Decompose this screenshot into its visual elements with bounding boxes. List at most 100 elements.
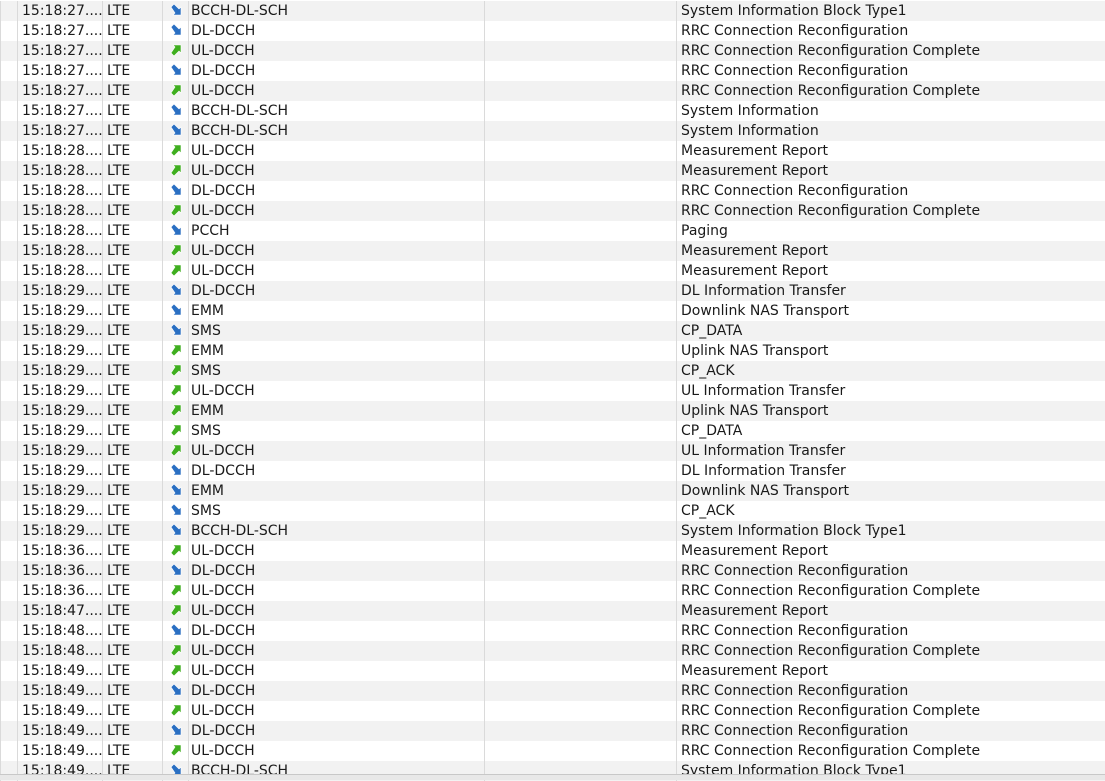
channel-cell: UL-DCCH — [189, 741, 485, 761]
table-row[interactable]: 15:18:29....LTESMSCP_DATA — [1, 321, 1105, 341]
direction-cell — [163, 641, 189, 661]
empty-cell — [485, 541, 677, 561]
table-row[interactable]: 15:18:49....LTEDL-DCCHRRC Connection Rec… — [1, 681, 1105, 701]
table-row[interactable]: 15:18:36....LTEUL-DCCHRRC Connection Rec… — [1, 581, 1105, 601]
table-row[interactable]: 15:18:29....LTEDL-DCCHDL Information Tra… — [1, 281, 1105, 301]
table-row[interactable]: 15:18:27....LTEUL-DCCHRRC Connection Rec… — [1, 41, 1105, 61]
row-gutter — [1, 501, 18, 521]
empty-cell — [485, 101, 677, 121]
table-row[interactable]: 15:18:47....LTEUL-DCCHMeasurement Report — [1, 601, 1105, 621]
table-row[interactable]: 15:18:28....LTEPCCHPaging — [1, 221, 1105, 241]
channel-cell: EMM — [189, 301, 485, 321]
direction-cell — [163, 681, 189, 701]
message-cell: UL Information Transfer — [677, 381, 1105, 401]
table-row[interactable]: 15:18:29....LTEDL-DCCHDL Information Tra… — [1, 461, 1105, 481]
direction-cell — [163, 421, 189, 441]
time-cell: 15:18:29.... — [18, 441, 103, 461]
table-row[interactable]: 15:18:29....LTEBCCH-DL-SCHSystem Informa… — [1, 521, 1105, 541]
downlink-arrow-icon — [169, 3, 183, 17]
channel-cell: EMM — [189, 481, 485, 501]
technology-cell: LTE — [103, 321, 163, 341]
table-row[interactable]: 15:18:49....LTEUL-DCCHRRC Connection Rec… — [1, 701, 1105, 721]
technology-cell: LTE — [103, 401, 163, 421]
technology-cell: LTE — [103, 501, 163, 521]
table-row[interactable]: 15:18:29....LTEEMMUplink NAS Transport — [1, 341, 1105, 361]
table-row[interactable]: 15:18:28....LTEUL-DCCHMeasurement Report — [1, 161, 1105, 181]
table-row[interactable]: 15:18:29....LTEEMMDownlink NAS Transport — [1, 481, 1105, 501]
table-row[interactable]: 15:18:28....LTEUL-DCCHMeasurement Report — [1, 141, 1105, 161]
empty-cell — [485, 1, 677, 21]
time-cell: 15:18:29.... — [18, 521, 103, 541]
table-row[interactable]: 15:18:36....LTEUL-DCCHMeasurement Report — [1, 541, 1105, 561]
table-row[interactable]: 15:18:27....LTEBCCH-DL-SCHSystem Informa… — [1, 1, 1105, 21]
table-row[interactable]: 15:18:27....LTEUL-DCCHRRC Connection Rec… — [1, 81, 1105, 101]
table-row[interactable]: 15:18:29....LTEUL-DCCHUL Information Tra… — [1, 441, 1105, 461]
downlink-arrow-icon — [169, 283, 183, 297]
table-row[interactable]: 15:18:29....LTEEMMUplink NAS Transport — [1, 401, 1105, 421]
table-row[interactable]: 15:18:49....LTEDL-DCCHRRC Connection Rec… — [1, 721, 1105, 741]
uplink-arrow-icon — [169, 743, 183, 757]
table-row[interactable]: 15:18:29....LTEEMMDownlink NAS Transport — [1, 301, 1105, 321]
message-cell: Measurement Report — [677, 141, 1105, 161]
technology-cell: LTE — [103, 221, 163, 241]
empty-cell — [485, 221, 677, 241]
row-gutter — [1, 701, 18, 721]
message-cell: Measurement Report — [677, 261, 1105, 281]
technology-cell: LTE — [103, 621, 163, 641]
channel-cell: DL-DCCH — [189, 461, 485, 481]
row-gutter — [1, 141, 18, 161]
message-cell: RRC Connection Reconfiguration Complete — [677, 701, 1105, 721]
table-row[interactable]: 15:18:29....LTESMSCP_ACK — [1, 501, 1105, 521]
empty-cell — [485, 621, 677, 641]
table-row[interactable]: 15:18:48....LTEUL-DCCHRRC Connection Rec… — [1, 641, 1105, 661]
table-row[interactable]: 15:18:28....LTEDL-DCCHRRC Connection Rec… — [1, 181, 1105, 201]
row-gutter — [1, 81, 18, 101]
table-row[interactable]: 15:18:29....LTESMSCP_ACK — [1, 361, 1105, 381]
empty-cell — [485, 201, 677, 221]
row-gutter — [1, 341, 18, 361]
uplink-arrow-icon — [169, 163, 183, 177]
message-cell: RRC Connection Reconfiguration — [677, 681, 1105, 701]
table-row[interactable]: 15:18:29....LTEUL-DCCHUL Information Tra… — [1, 381, 1105, 401]
time-cell: 15:18:28.... — [18, 221, 103, 241]
downlink-arrow-icon — [169, 503, 183, 517]
channel-cell: UL-DCCH — [189, 81, 485, 101]
table-row[interactable]: 15:18:27....LTEBCCH-DL-SCHSystem Informa… — [1, 121, 1105, 141]
empty-cell — [485, 321, 677, 341]
time-cell: 15:18:48.... — [18, 641, 103, 661]
table-row[interactable]: 15:18:49....LTEUL-DCCHMeasurement Report — [1, 661, 1105, 681]
table-row[interactable]: 15:18:36....LTEDL-DCCHRRC Connection Rec… — [1, 561, 1105, 581]
row-gutter — [1, 541, 18, 561]
channel-cell: UL-DCCH — [189, 541, 485, 561]
time-cell: 15:18:49.... — [18, 721, 103, 741]
empty-cell — [485, 401, 677, 421]
technology-cell: LTE — [103, 381, 163, 401]
table-row[interactable]: 15:18:28....LTEUL-DCCHMeasurement Report — [1, 241, 1105, 261]
technology-cell: LTE — [103, 301, 163, 321]
table-row[interactable]: 15:18:28....LTEUL-DCCHMeasurement Report — [1, 261, 1105, 281]
direction-cell — [163, 261, 189, 281]
uplink-arrow-icon — [169, 423, 183, 437]
message-cell: RRC Connection Reconfiguration Complete — [677, 41, 1105, 61]
channel-cell: UL-DCCH — [189, 381, 485, 401]
row-gutter — [1, 421, 18, 441]
empty-cell — [485, 581, 677, 601]
message-cell: RRC Connection Reconfiguration — [677, 621, 1105, 641]
row-gutter — [1, 581, 18, 601]
channel-cell: BCCH-DL-SCH — [189, 121, 485, 141]
table-row[interactable]: 15:18:49....LTEUL-DCCHRRC Connection Rec… — [1, 741, 1105, 761]
table-row[interactable]: 15:18:28....LTEUL-DCCHRRC Connection Rec… — [1, 201, 1105, 221]
table-row[interactable]: 15:18:48....LTEDL-DCCHRRC Connection Rec… — [1, 621, 1105, 641]
uplink-arrow-icon — [169, 403, 183, 417]
table-row[interactable]: 15:18:27....LTEDL-DCCHRRC Connection Rec… — [1, 61, 1105, 81]
channel-cell: DL-DCCH — [189, 281, 485, 301]
table-row[interactable]: 15:18:29....LTESMSCP_DATA — [1, 421, 1105, 441]
downlink-arrow-icon — [169, 463, 183, 477]
channel-cell: UL-DCCH — [189, 41, 485, 61]
technology-cell: LTE — [103, 361, 163, 381]
horizontal-scrollbar-edge[interactable] — [0, 774, 1105, 780]
row-gutter — [1, 521, 18, 541]
table-row[interactable]: 15:18:27....LTEBCCH-DL-SCHSystem Informa… — [1, 101, 1105, 121]
table-row[interactable]: 15:18:27....LTEDL-DCCHRRC Connection Rec… — [1, 21, 1105, 41]
channel-cell: UL-DCCH — [189, 601, 485, 621]
